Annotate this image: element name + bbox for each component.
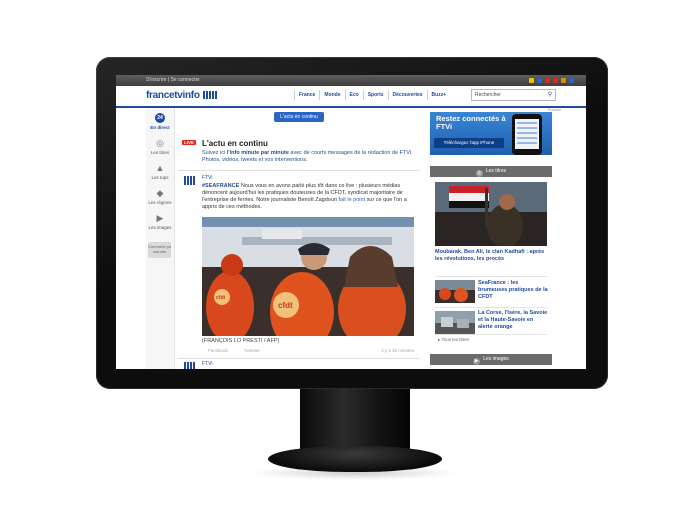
live-badge: LIVE <box>182 140 197 145</box>
divider <box>435 276 547 277</box>
svg-text:cfdt: cfdt <box>278 301 293 310</box>
chart-icon: ▲ <box>155 163 165 173</box>
channel-dots <box>529 78 574 83</box>
sidebar-item-en-direct[interactable]: 24 En direct <box>146 113 174 130</box>
live-feed: L'actu en continu LIVE L'actu en continu… <box>176 108 422 369</box>
iphone-icon <box>512 114 542 155</box>
divider <box>435 307 547 308</box>
channel-dot-icon[interactable] <box>545 78 550 83</box>
ftvi-logo-icon <box>184 176 198 186</box>
nav-item[interactable]: France <box>294 90 319 100</box>
sidebar-item-les-tops[interactable]: ▲ Les tops <box>146 163 174 180</box>
news-item-link[interactable]: SeaFrance : les brumeuses pratiques de l… <box>478 280 548 301</box>
channel-dot-icon[interactable] <box>569 78 574 83</box>
les-titres-band[interactable]: ◎ Les titres <box>430 166 552 177</box>
tweet-share[interactable]: Tweeter <box>244 348 260 353</box>
headline-photo[interactable] <box>435 182 547 246</box>
ad-title: Restez connectés à FTVi <box>436 114 506 131</box>
map-icon: ◆ <box>156 188 164 198</box>
login-link[interactable]: S'inscrire | Se connecter <box>146 77 200 83</box>
news-item-link[interactable]: La Corse, l'Isère, la Savoie et la Haute… <box>478 310 548 331</box>
sidebar-label: Les titres <box>150 150 170 155</box>
channel-dot-icon[interactable] <box>561 78 566 83</box>
play-icon: ▶ <box>156 213 164 223</box>
les-images-band[interactable]: ▶ Les images <box>430 354 552 365</box>
sidebar-item-les-images[interactable]: ▶ Les images <box>146 213 174 230</box>
sidebar-label: Les tops <box>151 175 169 180</box>
channel-dot-icon[interactable] <box>529 78 534 83</box>
svg-text:cfdt: cfdt <box>216 295 226 301</box>
top-bar: S'inscrire | Se connecter <box>116 75 586 86</box>
right-column: Publicité Restez connectés à FTVi Téléch… <box>426 108 586 369</box>
main-nav: France Monde Eco Sports Découvertes Buzz+ <box>294 90 450 100</box>
nav-item[interactable]: Découvertes <box>387 90 427 100</box>
sidebar-label: Les images <box>148 225 172 230</box>
app-ad-banner[interactable]: Restez connectés à FTVi Téléchargez l'ap… <box>430 112 552 155</box>
divider <box>178 358 420 359</box>
post-link[interactable]: fait le point <box>339 197 366 203</box>
sidebar-label: En direct <box>150 125 170 130</box>
sidebar-item-les-regions[interactable]: ◆ Les régions <box>146 188 174 205</box>
globe-icon: ◎ <box>475 170 483 177</box>
search-input[interactable]: Rechercher <box>475 92 501 98</box>
post-source[interactable]: FTVi <box>202 361 212 367</box>
post-photo[interactable]: cfdt cfdt <box>202 217 414 336</box>
site-logo[interactable]: francetvinfo <box>146 90 218 101</box>
post-timestamp: il y a 36 minutes <box>381 348 414 353</box>
play-icon: ▶ <box>473 358 481 365</box>
headline-caption[interactable]: Moubarak, Ben Ali, le clan Kadhafi : apr… <box>435 249 547 263</box>
nav-item[interactable]: Monde <box>319 90 344 100</box>
actu-pill-button[interactable]: L'actu en continu <box>274 112 324 122</box>
monitor-neck <box>300 389 410 451</box>
logo-text: francetvinfo <box>146 90 200 101</box>
search-box[interactable]: Rechercher ⚲ <box>471 89 556 101</box>
live-24-icon: 24 <box>155 113 165 123</box>
left-sidebar: 24 En direct ◎ Les titres ▲ Les tops ◆ L… <box>146 108 175 369</box>
nav-item[interactable]: Sports <box>362 90 388 100</box>
channel-dot-icon[interactable] <box>537 78 542 83</box>
facebook-share[interactable]: Facebook <box>208 348 228 353</box>
news-thumbnail[interactable] <box>435 280 475 303</box>
divider <box>435 334 547 335</box>
sidebar-item-les-titres[interactable]: ◎ Les titres <box>146 138 174 155</box>
nav-item[interactable]: Eco <box>344 90 363 100</box>
ftvi-logo-icon <box>184 362 196 369</box>
news-thumbnail[interactable] <box>435 311 475 334</box>
post-source[interactable]: FTVi <box>202 175 212 181</box>
post-text: #SEAFRANCE Nous vous en avons parlé plus… <box>202 183 407 210</box>
search-icon[interactable]: ⚲ <box>546 91 554 99</box>
logo-bars-icon <box>202 90 218 101</box>
monitor-base <box>268 446 442 472</box>
divider <box>178 170 420 171</box>
photo-caption: (FRANÇOIS LO PRESTI / AFP) <box>202 338 280 344</box>
sidebar-label: Les régions <box>148 200 172 205</box>
how-it-works-button[interactable]: Comment ça marche <box>148 242 171 258</box>
post-hashtag[interactable]: #SEAFRANCE <box>202 183 239 189</box>
section-title: L'actu en continu <box>202 139 268 148</box>
site-header: francetvinfo France Monde Eco Sports Découve… <box>116 86 586 108</box>
globe-icon: ◎ <box>156 138 164 148</box>
section-description: Suivez ici l'info minute par minute avec… <box>202 150 413 163</box>
download-app-button[interactable]: Téléchargez l'app iPhone <box>434 138 504 148</box>
nav-item[interactable]: Buzz+ <box>426 90 451 100</box>
browser-screen: S'inscrire | Se connecter francetvinfo F… <box>116 75 586 369</box>
channel-dot-icon[interactable] <box>553 78 558 83</box>
all-titles-link[interactable]: ▸ Tous les titres <box>438 337 469 343</box>
